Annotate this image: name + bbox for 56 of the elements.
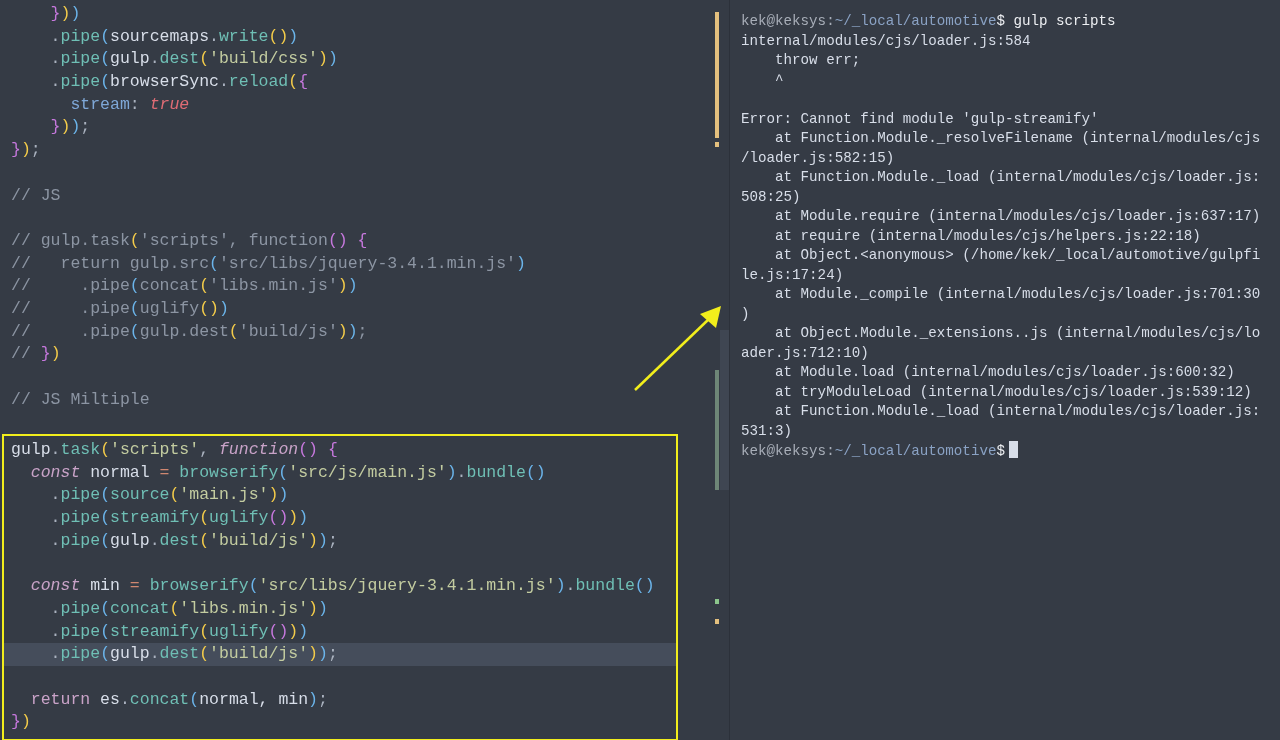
terminal-output-line: at Object.Module._extensions..js (internal/modules/cjs/lo [774,325,1261,341]
code-line: const min = browserify('src/libs/jquery-3.4.1.min.js').bundle() [29,575,656,598]
terminal-output-line: /loader.js:582:15) [741,149,895,166]
code-line: .pipe(sourcemaps.write()) [49,25,300,48]
terminal-output-line: at Function.Module._load (internal/modules/cjs/loader.js: [774,403,1261,419]
terminal-output-line: at tryModuleLoad (internal/modules/cjs/loader.js:539:12) [774,383,1252,400]
terminal-output-line: at Module._compile (internal/modules/cjs/loader.js:701:30 [774,286,1261,302]
code-line: gulp.task('scripts', function() { [10,439,339,462]
prompt-user: kek@keksys: [741,443,835,459]
code-line: // .pipe(gulp.dest('build/js')); [10,320,369,343]
code-line: stream: true [69,93,191,116]
terminal-output-line: 531:3) [741,422,793,439]
prompt-symbol: $ [996,13,1005,29]
code-line: }); [10,139,42,162]
terminal-output-line: 508:25) [741,188,801,205]
code-line: // .pipe(concat('libs.min.js')) [10,275,359,298]
code-line: // return gulp.src('src/libs/jquery-3.4.1.min.js') [10,252,527,275]
code-line: .pipe(gulp.dest('build/js')); [49,529,339,552]
scrollbar-marker [715,142,719,147]
terminal-output-line: at Object.<anonymous> (/home/kek/_local/automotive/gulpfi [774,247,1261,263]
code-line: .pipe(streamify(uglify())) [49,620,310,643]
code-line: })); [49,116,92,139]
scrollbar-marker [715,619,719,624]
code-line: .pipe(concat('libs.min.js')) [49,597,329,620]
terminal-output-line: ^ [774,71,784,88]
terminal-output-line: at Function.Module._load (internal/modules/cjs/loader.js: [774,169,1261,185]
code-line: // gulp.task('scripts', function() { [10,229,369,252]
terminal-command: gulp scripts [1013,13,1116,29]
terminal-output-line: ) [741,305,750,322]
code-line: .pipe(streamify(uglify())) [49,507,310,530]
code-line: // .pipe(uglify()) [10,297,230,320]
scrollbar-thumb[interactable] [720,330,729,490]
prompt-path: ~/_local/automotive [834,443,997,459]
code-line: // }) [10,343,62,366]
code-line: // JS [10,184,62,207]
terminal-output-line: ader.js:712:10) [741,344,869,361]
terminal-output-line: at Module.require (internal/modules/cjs/loader.js:637:17) [774,208,1261,224]
code-line: // JS Miltiple [10,388,151,411]
terminal-output-line: Error: Cannot find module 'gulp-streamify' [741,110,1099,127]
code-line: const normal = browserify('src/js/main.js').bundle() [29,461,547,484]
terminal-output-line: at Function.Module._resolveFilename (internal/modules/cjs [774,130,1261,146]
prompt-symbol: $ [996,443,1005,459]
code-line: .pipe(source('main.js')) [49,484,290,507]
prompt-path: ~/_local/automotive [834,13,997,29]
code-line: return es.concat(normal, min); [29,688,329,711]
code-line: })) [49,3,82,25]
scrollbar-marker [715,599,719,604]
terminal-output-line: le.js:17:24) [741,266,844,283]
prompt-user: kek@keksys: [741,13,835,29]
terminal-output-line: throw err; [774,52,861,68]
terminal-output-line: at Module.load (internal/modules/cjs/loader.js:600:32) [774,364,1235,380]
code-line: .pipe(browserSync.reload({ [49,71,310,94]
code-line: .pipe(gulp.dest('build/css')) [49,48,339,71]
terminal-output-line: internal/modules/cjs/loader.js:584 [741,32,1031,49]
code-line: }) [10,711,32,734]
terminal-output-line: at require (internal/modules/cjs/helpers.js:22:18) [774,227,1201,244]
